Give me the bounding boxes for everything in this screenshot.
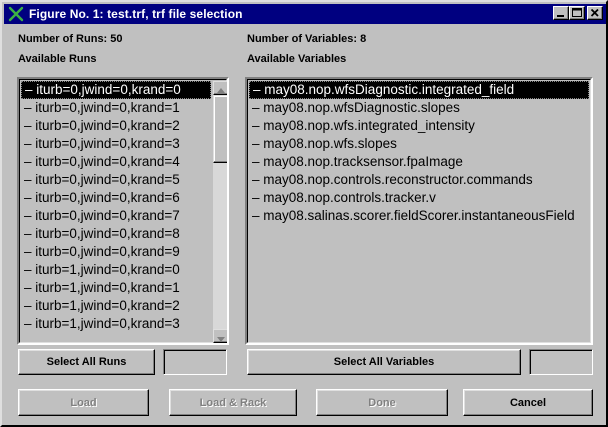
variables-count-label: Number of Variables: 8 (247, 33, 367, 45)
list-item-label: may08.nop.controls.reconstructor.command… (263, 172, 533, 187)
list-bullet: – (252, 100, 264, 115)
matlab-x-icon (8, 6, 24, 22)
list-bullet: – (24, 262, 36, 277)
list-item[interactable]: – iturb=1,jwind=0,krand=0 (21, 261, 211, 279)
runs-heading: Available Runs (18, 53, 97, 65)
maximize-button[interactable] (569, 6, 585, 20)
list-item-label: iturb=1,jwind=0,krand=0 (35, 262, 180, 277)
list-item[interactable]: – may08.nop.tracksensor.fpaImage (249, 153, 589, 171)
list-item-label: iturb=0,jwind=0,krand=9 (35, 244, 180, 259)
list-item-label: iturb=1,jwind=0,krand=3 (35, 316, 180, 331)
list-item[interactable]: – iturb=0,jwind=0,krand=1 (21, 99, 211, 117)
list-item-label: iturb=0,jwind=0,krand=4 (35, 154, 180, 169)
list-item[interactable]: – may08.nop.controls.reconstructor.comma… (249, 171, 589, 189)
list-bullet: – (24, 190, 36, 205)
variables-list: – may08.nop.wfsDiagnostic.integrated_fie… (249, 81, 589, 225)
list-bullet: – (24, 136, 36, 151)
arrow-down-icon (217, 337, 225, 342)
load-rack-button[interactable]: Load & Rack (169, 389, 297, 416)
list-item-label: iturb=0,jwind=0,krand=8 (35, 226, 180, 241)
list-bullet: – (252, 172, 264, 187)
select-all-variables-button[interactable]: Select All Variables (247, 349, 521, 375)
variables-listbox[interactable]: – may08.nop.wfsDiagnostic.integrated_fie… (245, 77, 593, 345)
runs-selection-field[interactable] (163, 349, 227, 375)
list-bullet: – (252, 208, 264, 223)
list-item-label: may08.nop.wfsDiagnostic.slopes (263, 100, 460, 115)
list-item-label: may08.nop.controls.tracker.v (263, 190, 436, 205)
done-button[interactable]: Done (316, 389, 448, 416)
variables-selection-field[interactable] (529, 349, 593, 375)
list-bullet: – (24, 298, 36, 313)
list-bullet: – (24, 172, 36, 187)
list-item[interactable]: – iturb=0,jwind=0,krand=3 (21, 135, 211, 153)
maximize-icon (572, 8, 582, 17)
list-item-label: may08.nop.wfsDiagnostic.integrated_field (264, 82, 515, 97)
runs-listbox[interactable]: – iturb=0,jwind=0,krand=0– iturb=0,jwind… (17, 77, 229, 345)
cancel-button[interactable]: Cancel (463, 389, 593, 416)
list-item-label: may08.nop.wfs.integrated_intensity (263, 118, 475, 133)
list-item[interactable]: – iturb=0,jwind=0,krand=9 (21, 243, 211, 261)
runs-count-label: Number of Runs: 50 (18, 33, 123, 45)
list-bullet: – (24, 208, 36, 223)
list-item[interactable]: – may08.nop.wfsDiagnostic.slopes (249, 99, 589, 117)
list-item-label: may08.nop.wfs.slopes (263, 136, 397, 151)
list-bullet: – (24, 280, 36, 295)
list-bullet: – (252, 118, 264, 133)
load-button[interactable]: Load (18, 389, 149, 416)
list-item[interactable]: – iturb=0,jwind=0,krand=7 (21, 207, 211, 225)
list-bullet: – (24, 154, 36, 169)
list-bullet: – (24, 100, 36, 115)
list-item[interactable]: – may08.nop.wfs.slopes (249, 135, 589, 153)
close-button[interactable] (587, 6, 603, 20)
list-item[interactable]: – may08.nop.controls.tracker.v (249, 189, 589, 207)
list-item[interactable]: – may08.nop.wfs.integrated_intensity (249, 117, 589, 135)
list-item-label: iturb=0,jwind=0,krand=2 (35, 118, 180, 133)
list-item[interactable]: – iturb=1,jwind=0,krand=2 (21, 297, 211, 315)
list-bullet: – (25, 82, 37, 97)
list-item-label: may08.salinas.scorer.fieldScorer.instant… (263, 208, 575, 223)
title-bar[interactable]: Figure No. 1: test.trf, trf file selecti… (4, 4, 606, 24)
runs-list: – iturb=0,jwind=0,krand=0– iturb=0,jwind… (21, 81, 211, 333)
list-bullet: – (24, 244, 36, 259)
list-bullet: – (24, 316, 36, 331)
list-bullet: – (24, 226, 36, 241)
list-item[interactable]: – iturb=0,jwind=0,krand=8 (21, 225, 211, 243)
window-title: Figure No. 1: test.trf, trf file selecti… (29, 7, 243, 21)
list-item-label: iturb=1,jwind=0,krand=2 (35, 298, 180, 313)
list-item-label: iturb=0,jwind=0,krand=0 (36, 82, 181, 97)
list-item[interactable]: – iturb=0,jwind=0,krand=4 (21, 153, 211, 171)
scroll-down-button[interactable] (213, 329, 227, 343)
select-all-runs-button[interactable]: Select All Runs (18, 349, 155, 375)
list-item-label: may08.nop.tracksensor.fpaImage (263, 154, 463, 169)
list-item[interactable]: – may08.salinas.scorer.fieldScorer.insta… (249, 207, 589, 225)
list-item-label: iturb=0,jwind=0,krand=1 (35, 100, 180, 115)
variables-heading: Available Variables (247, 53, 347, 65)
list-item[interactable]: – iturb=1,jwind=0,krand=1 (21, 279, 211, 297)
scroll-thumb[interactable] (213, 95, 227, 163)
list-item[interactable]: – may08.nop.wfsDiagnostic.integrated_fie… (249, 81, 589, 99)
runs-scrollbar[interactable] (213, 81, 227, 343)
list-item[interactable]: – iturb=1,jwind=0,krand=3 (21, 315, 211, 333)
list-bullet: – (252, 136, 264, 151)
list-item-label: iturb=0,jwind=0,krand=3 (35, 136, 180, 151)
list-item-label: iturb=0,jwind=0,krand=5 (35, 172, 180, 187)
list-item-label: iturb=0,jwind=0,krand=7 (35, 208, 180, 223)
list-item[interactable]: – iturb=0,jwind=0,krand=0 (21, 81, 211, 99)
list-item-label: iturb=0,jwind=0,krand=6 (35, 190, 180, 205)
figure-window: Figure No. 1: test.trf, trf file selecti… (0, 0, 608, 427)
list-bullet: – (252, 154, 264, 169)
list-item[interactable]: – iturb=0,jwind=0,krand=2 (21, 117, 211, 135)
close-icon (590, 8, 599, 17)
scroll-up-button[interactable] (213, 81, 227, 95)
minimize-button[interactable] (553, 6, 569, 20)
list-item-label: iturb=1,jwind=0,krand=1 (35, 280, 180, 295)
list-item[interactable]: – iturb=0,jwind=0,krand=5 (21, 171, 211, 189)
list-bullet: – (24, 118, 36, 133)
list-bullet: – (253, 82, 265, 97)
list-item[interactable]: – iturb=0,jwind=0,krand=6 (21, 189, 211, 207)
minimize-icon (557, 15, 564, 17)
list-bullet: – (252, 190, 264, 205)
